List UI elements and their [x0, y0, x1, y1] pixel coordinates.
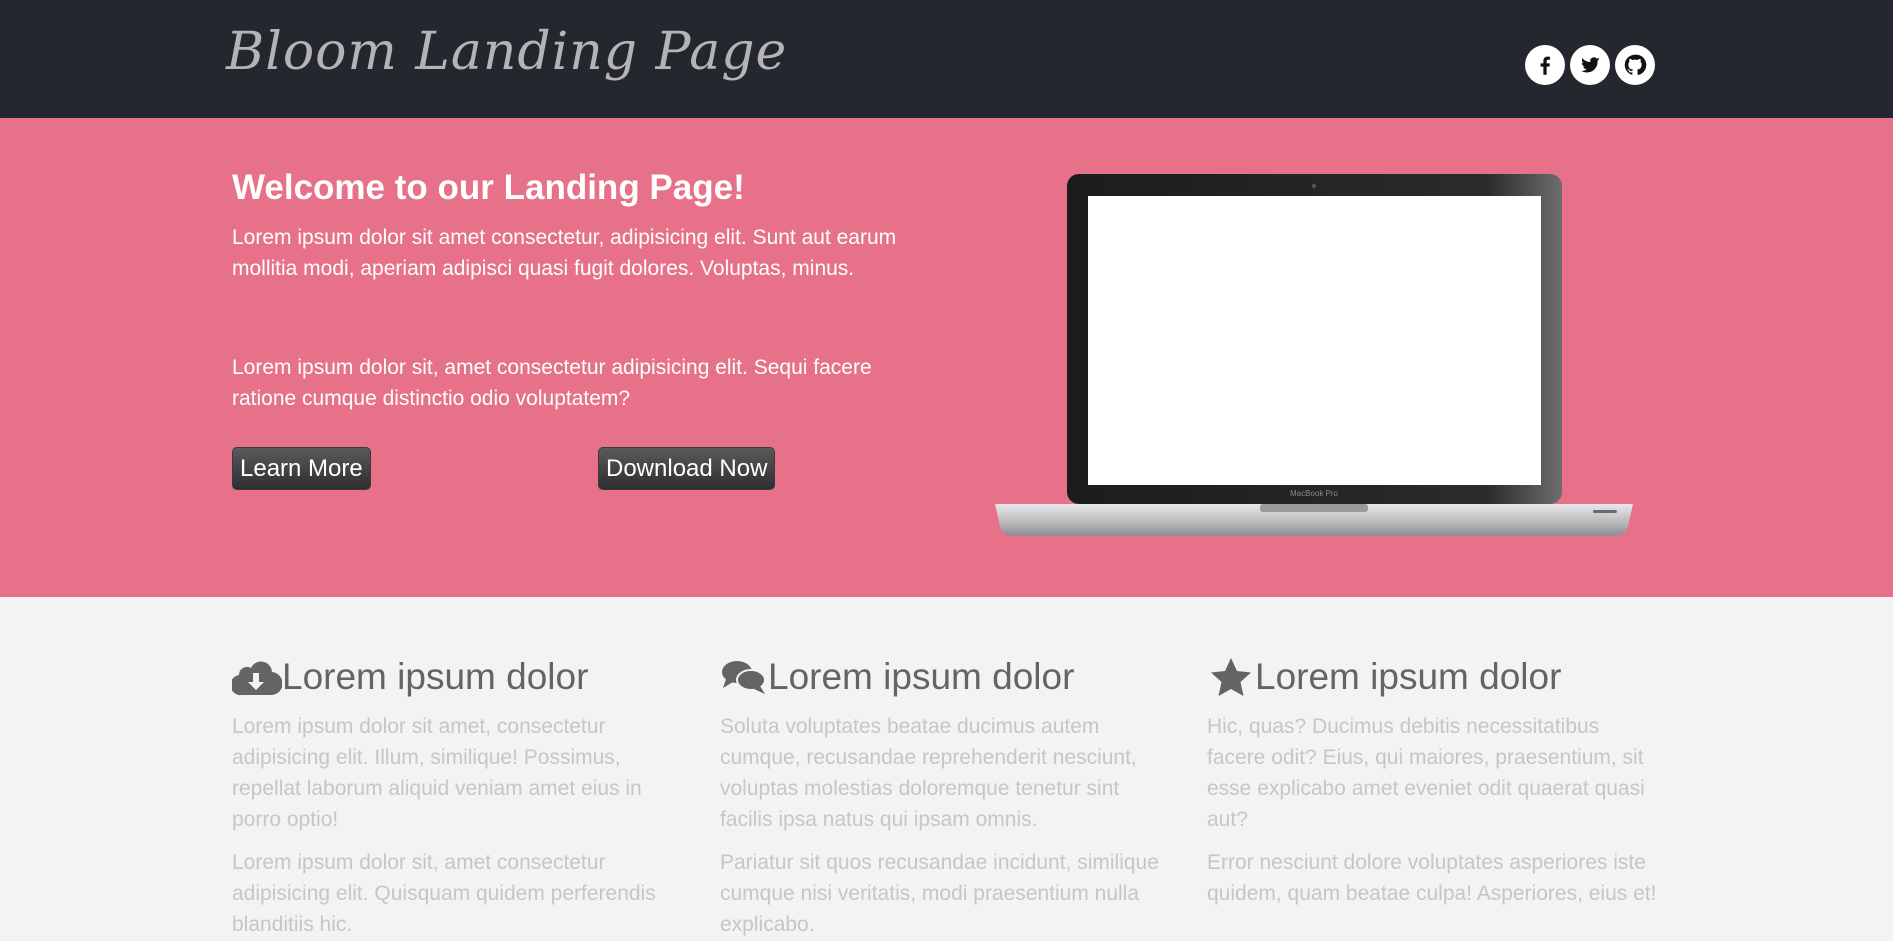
github-link[interactable] — [1615, 45, 1655, 85]
comments-icon — [720, 658, 768, 696]
download-now-button[interactable]: Download Now — [598, 447, 776, 490]
hero-title: Welcome to our Landing Page! — [232, 168, 745, 207]
facebook-icon — [1532, 52, 1558, 78]
top-navbar: Bloom Landing Page — [0, 0, 1893, 118]
feature-paragraph: Soluta voluptates beatae ducimus autem c… — [720, 715, 1137, 831]
twitter-link[interactable] — [1570, 45, 1610, 85]
github-icon — [1622, 52, 1648, 78]
feature-paragraph: Lorem ipsum dolor sit, amet consectetur … — [232, 851, 656, 936]
cloud-download-icon — [232, 658, 282, 696]
learn-more-button[interactable]: Learn More — [232, 447, 371, 490]
feature-title: Lorem ipsum dolor — [768, 656, 1075, 697]
feature-card: Lorem ipsum dolor Hic, quas? Ducimus deb… — [1207, 655, 1657, 909]
feature-title: Lorem ipsum dolor — [1255, 656, 1562, 697]
feature-paragraph: Lorem ipsum dolor sit amet, consectetur … — [232, 715, 642, 831]
laptop-image: MacBook Pro — [993, 174, 1635, 541]
twitter-icon — [1577, 52, 1603, 78]
hero-paragraph-2: Lorem ipsum dolor sit, amet consectetur … — [232, 356, 872, 410]
feature-paragraph: Pariatur sit quos recusandae incidunt, s… — [720, 851, 1159, 936]
hero-paragraph-1: Lorem ipsum dolor sit amet consectetur, … — [232, 226, 897, 280]
features-section: Lorem ipsum dolor Lorem ipsum dolor sit … — [0, 597, 1893, 941]
feature-title: Lorem ipsum dolor — [282, 656, 589, 697]
hero-section: Welcome to our Landing Page! Lorem ipsum… — [0, 118, 1893, 597]
feature-card: Lorem ipsum dolor Lorem ipsum dolor sit … — [232, 655, 682, 940]
feature-paragraph: Error nesciunt dolore voluptates asperio… — [1207, 851, 1657, 905]
facebook-link[interactable] — [1525, 45, 1565, 85]
site-logo[interactable]: Bloom Landing Page — [226, 22, 787, 82]
feature-card: Lorem ipsum dolor Soluta voluptates beat… — [720, 655, 1170, 940]
laptop-label: MacBook Pro — [1290, 489, 1339, 498]
star-icon — [1207, 657, 1255, 697]
feature-paragraph: Hic, quas? Ducimus debitis necessitatibu… — [1207, 715, 1645, 831]
